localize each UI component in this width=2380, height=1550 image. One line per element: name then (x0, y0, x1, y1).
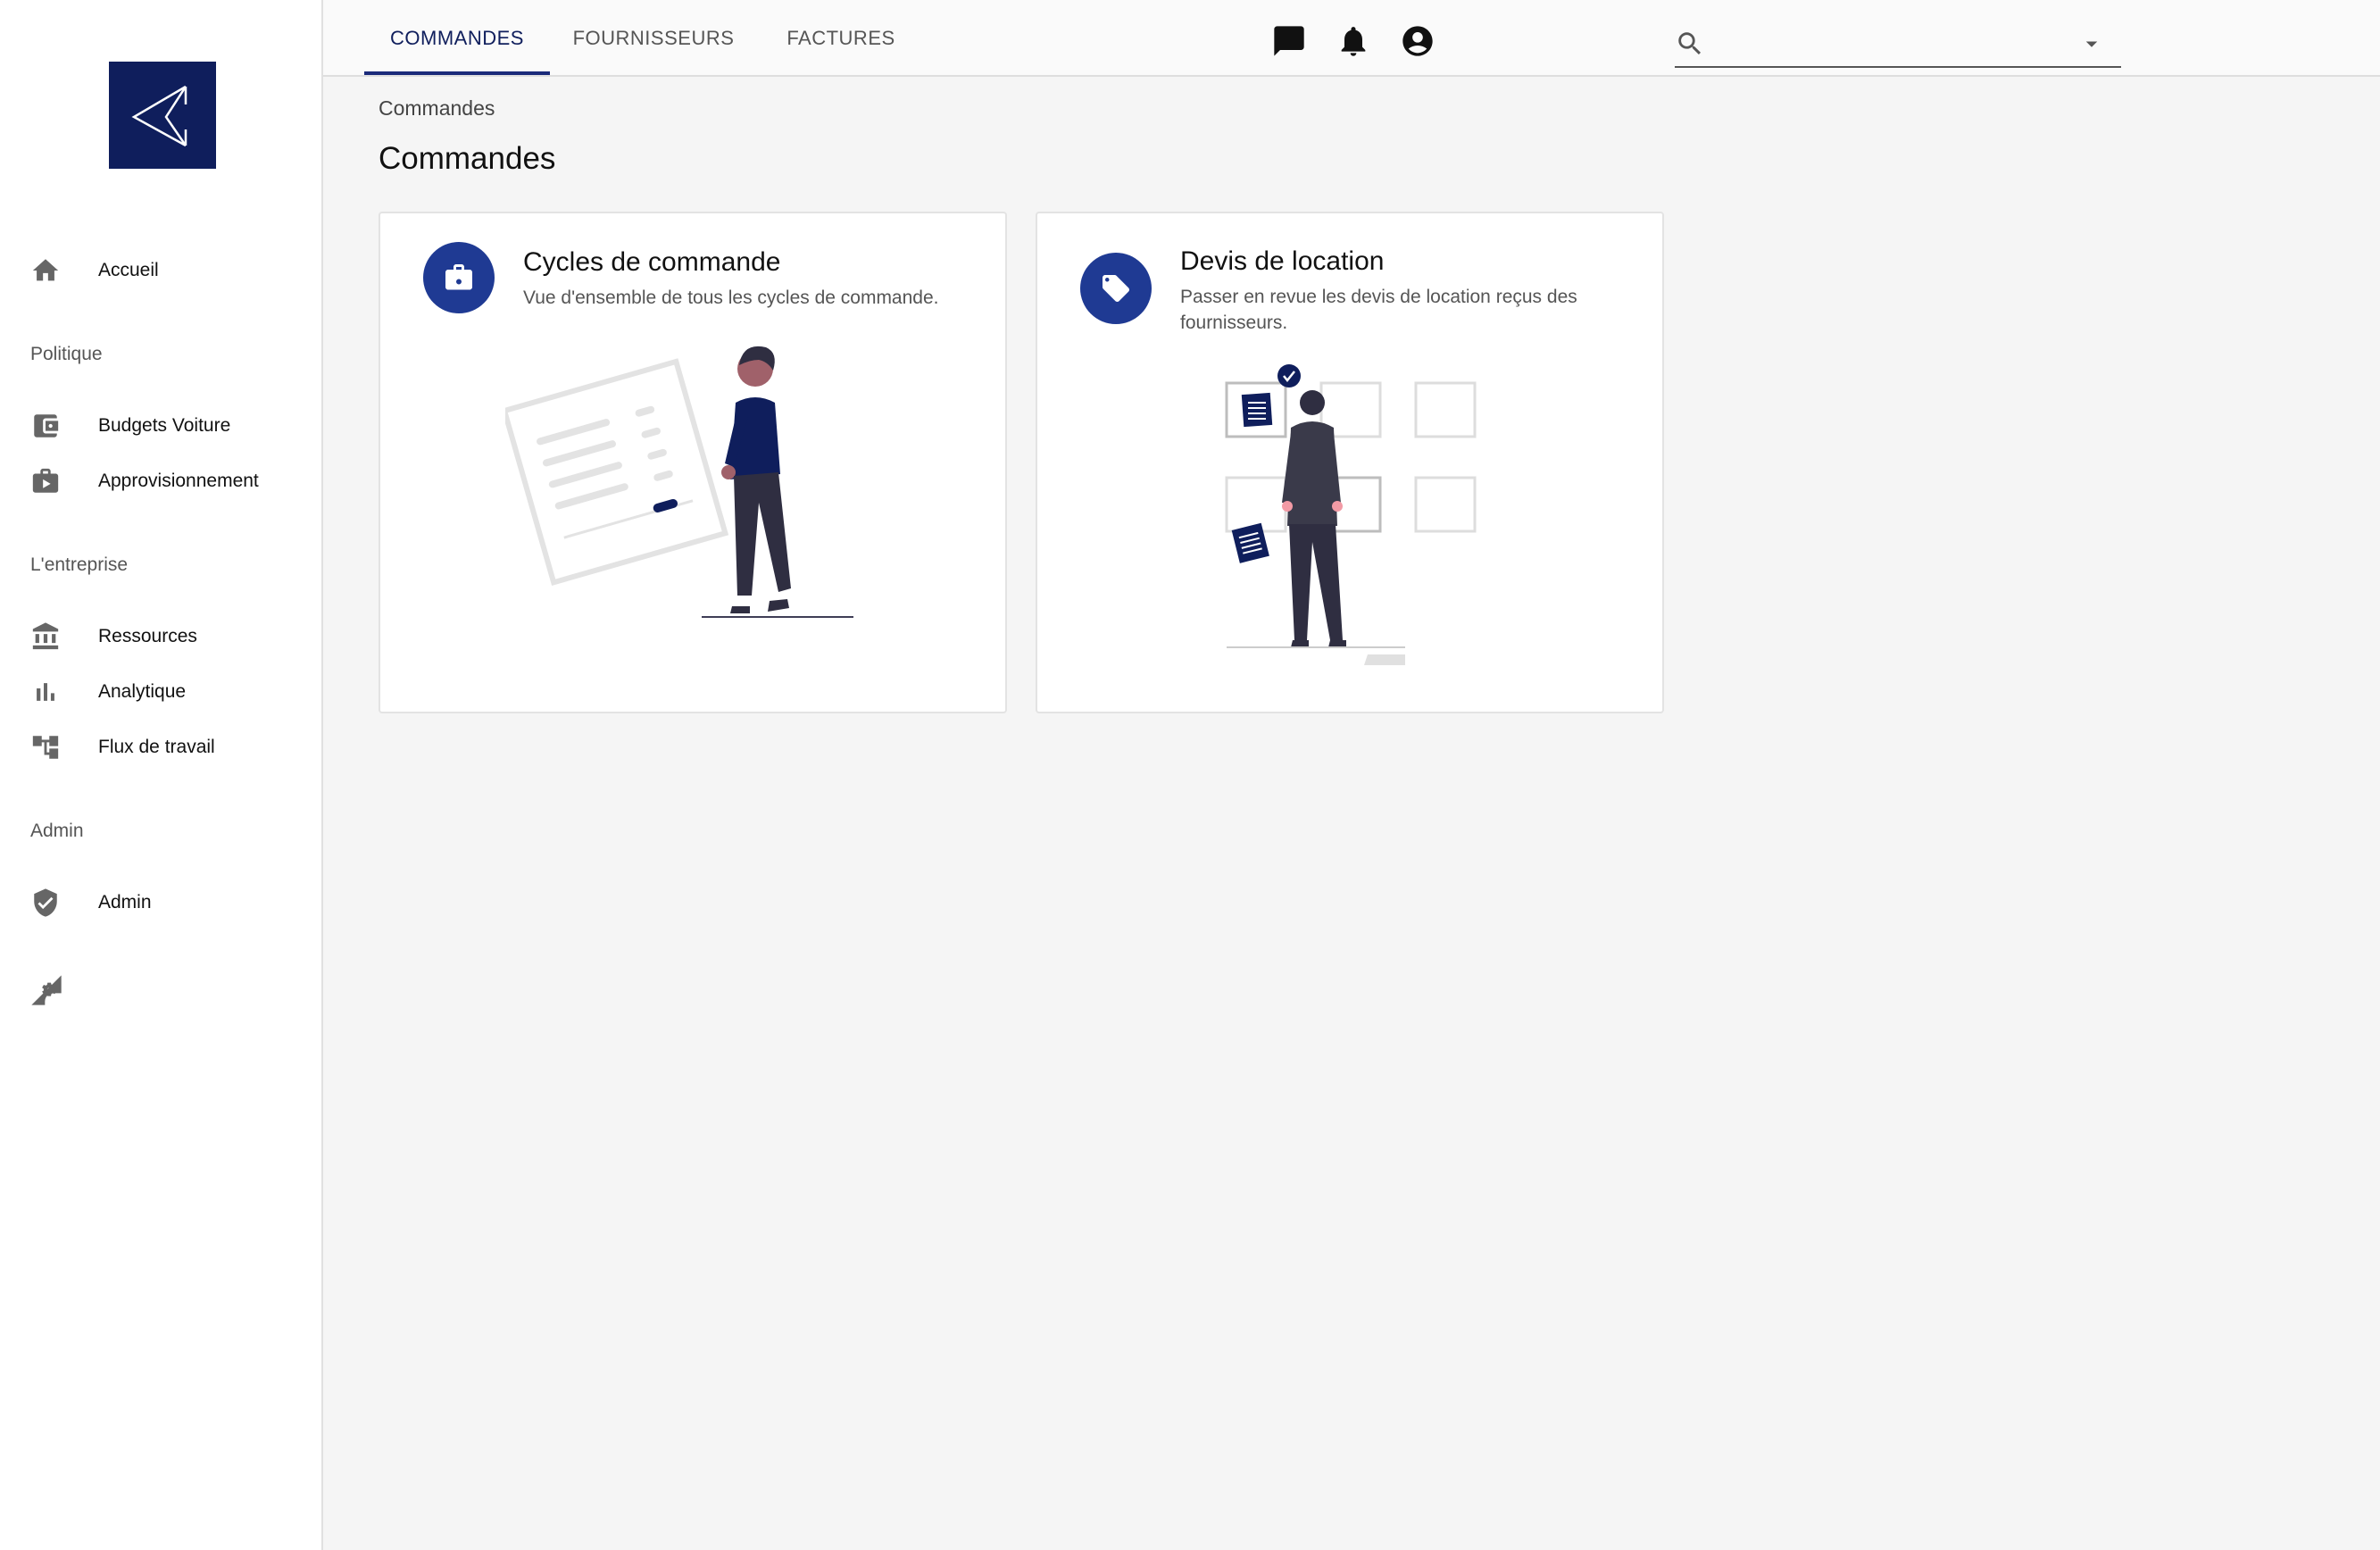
sidebar-item-label: Admin (98, 892, 152, 912)
sidebar-item-label: Flux de travail (98, 737, 215, 757)
card-description: Vue d'ensemble de tous les cycles de com… (523, 288, 939, 308)
card-title: Devis de location (1180, 246, 1385, 276)
signal-settings-icon[interactable] (29, 972, 64, 1008)
shield-check-icon (30, 888, 61, 918)
briefcase-icon (423, 242, 495, 313)
home-icon (30, 255, 61, 286)
chat-icon[interactable] (1271, 23, 1307, 59)
page-title: Commandes (379, 141, 556, 176)
bell-icon[interactable] (1336, 23, 1371, 59)
sidebar-item-analytique[interactable]: Analytique (0, 666, 321, 718)
card-cycles-de-commande[interactable]: Cycles de commande Vue d'ensemble de tou… (379, 212, 1007, 713)
logo-mark-icon (131, 85, 187, 147)
sidebar-item-accueil[interactable]: Accueil (0, 245, 321, 296)
card-title: Cycles de commande (523, 247, 781, 277)
top-bar: COMMANDES FOURNISSEURS FACTURES (323, 0, 2380, 77)
quote-board-person-illustration (1225, 364, 1477, 665)
document-person-illustration (505, 346, 853, 618)
workflow-icon (30, 732, 61, 762)
company-logo[interactable] (109, 62, 216, 169)
search-field[interactable] (1675, 21, 2121, 68)
sidebar-item-label: Accueil (98, 260, 159, 280)
bar-chart-icon (30, 677, 61, 707)
card-devis-de-location[interactable]: Devis de location Passer en revue les de… (1036, 212, 1664, 713)
sidebar-item-label: Ressources (98, 626, 197, 646)
sidebar-section-admin: Admin (30, 821, 84, 841)
card-description: Passer en revue les devis de location re… (1180, 287, 1577, 333)
tab-commandes[interactable]: COMMANDES (364, 0, 550, 77)
sidebar-item-label: Approvisionnement (98, 471, 259, 491)
sidebar-item-label: Analytique (98, 681, 187, 702)
sidebar-item-label: Budgets Voiture (98, 415, 231, 436)
tab-fournisseurs[interactable]: FOURNISSEURS (564, 0, 743, 77)
sidebar-item-budgets-voiture[interactable]: Budgets Voiture (0, 400, 321, 452)
breadcrumb[interactable]: Commandes (379, 96, 495, 121)
tab-factures[interactable]: FACTURES (766, 0, 916, 77)
sidebar: Accueil Politique Budgets Voiture Approv… (0, 0, 323, 1550)
briefcase-play-icon (30, 466, 61, 496)
sidebar-section-entreprise: L'entreprise (30, 554, 129, 575)
account-icon[interactable] (1400, 23, 1435, 59)
search-input[interactable] (1714, 27, 2075, 61)
sidebar-item-admin[interactable]: Admin (0, 877, 321, 929)
sidebar-item-approvisionnement[interactable]: Approvisionnement (0, 455, 321, 507)
sidebar-item-ressources[interactable]: Ressources (0, 611, 321, 662)
sidebar-section-politique: Politique (30, 344, 103, 364)
tag-icon (1080, 253, 1152, 324)
wallet-icon (30, 411, 61, 441)
active-tab-indicator (364, 71, 550, 75)
search-icon (1675, 29, 1705, 59)
chevron-down-icon[interactable] (2078, 30, 2105, 57)
bank-icon (30, 621, 61, 652)
sidebar-item-flux-de-travail[interactable]: Flux de travail (0, 721, 321, 773)
